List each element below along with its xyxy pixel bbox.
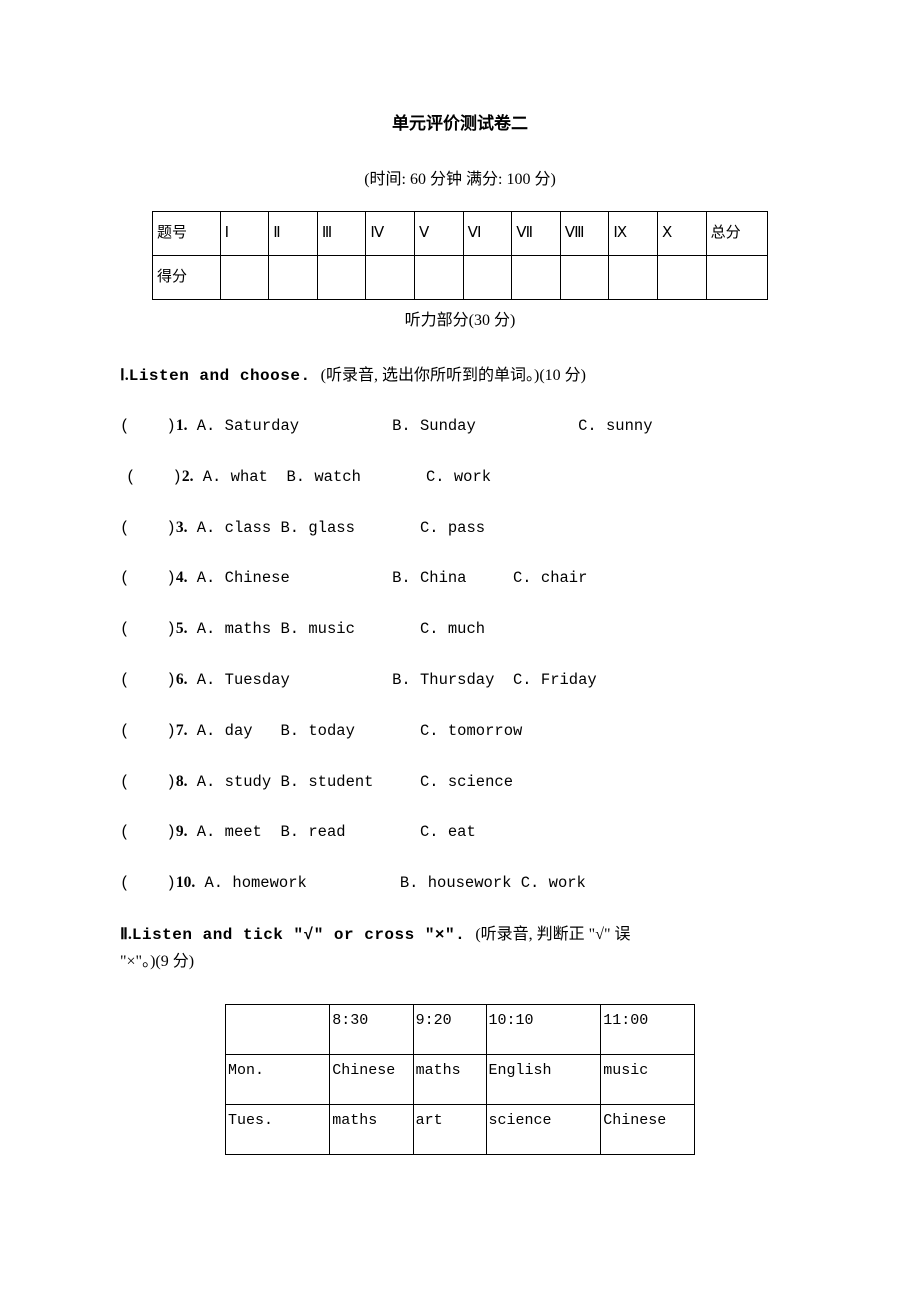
timetable-cell: Chinese xyxy=(330,1055,413,1105)
timetable-cell: 8:30 xyxy=(330,1005,413,1055)
score-cell[interactable] xyxy=(366,255,415,299)
score-cell[interactable] xyxy=(706,255,767,299)
question-item: ( )9. A. meet B. read C. eat xyxy=(120,820,800,845)
section2-title-rest1: (听录音, 判断正 "√" 误 xyxy=(475,926,630,943)
score-header-cell: Ⅸ xyxy=(609,211,658,255)
score-cell[interactable] xyxy=(657,255,706,299)
score-header-cell: Ⅱ xyxy=(269,211,318,255)
question-options: A. study B. student C. science xyxy=(187,773,513,791)
question-number: 7. xyxy=(176,722,188,739)
score-header-cell: 总分 xyxy=(706,211,767,255)
question-options: A. Chinese B. China C. chair xyxy=(187,569,587,587)
score-table: 题号 Ⅰ Ⅱ Ⅲ Ⅳ Ⅴ Ⅵ Ⅶ Ⅷ Ⅸ Ⅹ 总分 得分 xyxy=(152,211,768,300)
timetable-cell: Mon. xyxy=(226,1055,330,1105)
page-title: 单元评价测试卷二 xyxy=(120,110,800,137)
question-options: A. class B. glass C. pass xyxy=(187,519,485,537)
score-cell[interactable] xyxy=(512,255,561,299)
question-options: A. homework B. housework C. work xyxy=(195,874,586,892)
question-number: 9. xyxy=(176,823,188,840)
score-header-cell: Ⅲ xyxy=(317,211,366,255)
section1-roman: Ⅰ. xyxy=(120,367,129,384)
score-cell[interactable] xyxy=(269,255,318,299)
answer-blank[interactable]: ( ) xyxy=(126,468,182,486)
question-number: 3. xyxy=(176,519,188,536)
question-item: ( )5. A. maths B. music C. much xyxy=(120,617,800,642)
answer-blank[interactable]: ( ) xyxy=(120,773,176,791)
listening-header: 听力部分(30 分) xyxy=(120,308,800,334)
question-options: A. what B. watch C. work xyxy=(193,468,491,486)
question-number: 4. xyxy=(176,569,188,586)
score-cell[interactable] xyxy=(560,255,609,299)
timetable-cell: maths xyxy=(413,1055,486,1105)
question-item: ( )7. A. day B. today C. tomorrow xyxy=(120,719,800,744)
score-header-cell: Ⅶ xyxy=(512,211,561,255)
score-header-cell: Ⅹ xyxy=(657,211,706,255)
section2-title-bold: Listen and tick "√" or cross "×". xyxy=(132,926,475,944)
question-number: 6. xyxy=(176,671,188,688)
question-options: A. Tuesday B. Thursday C. Friday xyxy=(187,671,596,689)
timetable-cell xyxy=(226,1005,330,1055)
question-number: 5. xyxy=(176,620,188,637)
question-item: ( )6. A. Tuesday B. Thursday C. Friday xyxy=(120,668,800,693)
meta-line: (时间: 60 分钟 满分: 100 分) xyxy=(120,167,800,193)
score-row: 得分 xyxy=(153,255,768,299)
timetable-cell: 9:20 xyxy=(413,1005,486,1055)
timetable-row: Tues. maths art science Chinese xyxy=(226,1105,695,1155)
timetable-row: Mon. Chinese maths English music xyxy=(226,1055,695,1105)
score-cell[interactable] xyxy=(463,255,512,299)
question-item: ( )3. A. class B. glass C. pass xyxy=(120,516,800,541)
timetable-cell: music xyxy=(601,1055,695,1105)
answer-blank[interactable]: ( ) xyxy=(120,417,176,435)
score-row-label: 得分 xyxy=(153,255,221,299)
question-item: ( )1. A. Saturday B. Sunday C. sunny xyxy=(120,414,800,439)
score-header-cell: 题号 xyxy=(153,211,221,255)
question-options: A. Saturday B. Sunday C. sunny xyxy=(187,417,652,435)
question-list: ( )1. A. Saturday B. Sunday C. sunny( )2… xyxy=(120,414,800,896)
score-cell[interactable] xyxy=(220,255,269,299)
timetable-cell: science xyxy=(486,1105,601,1155)
question-number: 10. xyxy=(176,874,195,891)
timetable-cell: 11:00 xyxy=(601,1005,695,1055)
question-options: A. meet B. read C. eat xyxy=(187,823,475,841)
section2-roman: Ⅱ. xyxy=(120,926,132,943)
timetable-cell: 10:10 xyxy=(486,1005,601,1055)
answer-blank[interactable]: ( ) xyxy=(120,722,176,740)
timetable-cell: maths xyxy=(330,1105,413,1155)
answer-blank[interactable]: ( ) xyxy=(120,519,176,537)
timetable-cell: English xyxy=(486,1055,601,1105)
timetable-cell: art xyxy=(413,1105,486,1155)
score-header-cell: Ⅳ xyxy=(366,211,415,255)
answer-blank[interactable]: ( ) xyxy=(120,874,176,892)
score-header-cell: Ⅷ xyxy=(560,211,609,255)
question-number: 8. xyxy=(176,773,188,790)
question-number: 1. xyxy=(176,417,188,434)
section1-heading: Ⅰ.Listen and choose. (听录音, 选出你所听到的单词。)(1… xyxy=(120,363,800,390)
question-number: 2. xyxy=(182,468,194,485)
timetable: 8:30 9:20 10:10 11:00 Mon. Chinese maths… xyxy=(225,1004,695,1155)
score-header-cell: Ⅴ xyxy=(415,211,464,255)
section1-title-bold: Listen and choose. xyxy=(129,367,321,385)
answer-blank[interactable]: ( ) xyxy=(120,671,176,689)
score-header-row: 题号 Ⅰ Ⅱ Ⅲ Ⅳ Ⅴ Ⅵ Ⅶ Ⅷ Ⅸ Ⅹ 总分 xyxy=(153,211,768,255)
timetable-cell: Chinese xyxy=(601,1105,695,1155)
score-cell[interactable] xyxy=(609,255,658,299)
section2-heading: Ⅱ.Listen and tick "√" or cross "×". (听录音… xyxy=(120,922,800,974)
question-item: ( )4. A. Chinese B. China C. chair xyxy=(120,566,800,591)
question-options: A. maths B. music C. much xyxy=(187,620,485,638)
timetable-cell: Tues. xyxy=(226,1105,330,1155)
answer-blank[interactable]: ( ) xyxy=(120,823,176,841)
question-options: A. day B. today C. tomorrow xyxy=(187,722,522,740)
question-item: ( )8. A. study B. student C. science xyxy=(120,770,800,795)
score-cell[interactable] xyxy=(415,255,464,299)
score-cell[interactable] xyxy=(317,255,366,299)
score-header-cell: Ⅰ xyxy=(220,211,269,255)
timetable-header-row: 8:30 9:20 10:10 11:00 xyxy=(226,1005,695,1055)
section1-title-rest: (听录音, 选出你所听到的单词。)(10 分) xyxy=(321,367,586,384)
question-item: ( )2. A. what B. watch C. work xyxy=(126,465,800,490)
answer-blank[interactable]: ( ) xyxy=(120,620,176,638)
score-header-cell: Ⅵ xyxy=(463,211,512,255)
question-item: ( )10. A. homework B. housework C. work xyxy=(120,871,800,896)
answer-blank[interactable]: ( ) xyxy=(120,569,176,587)
section2-title-rest2: "×"。)(9 分) xyxy=(120,953,194,970)
